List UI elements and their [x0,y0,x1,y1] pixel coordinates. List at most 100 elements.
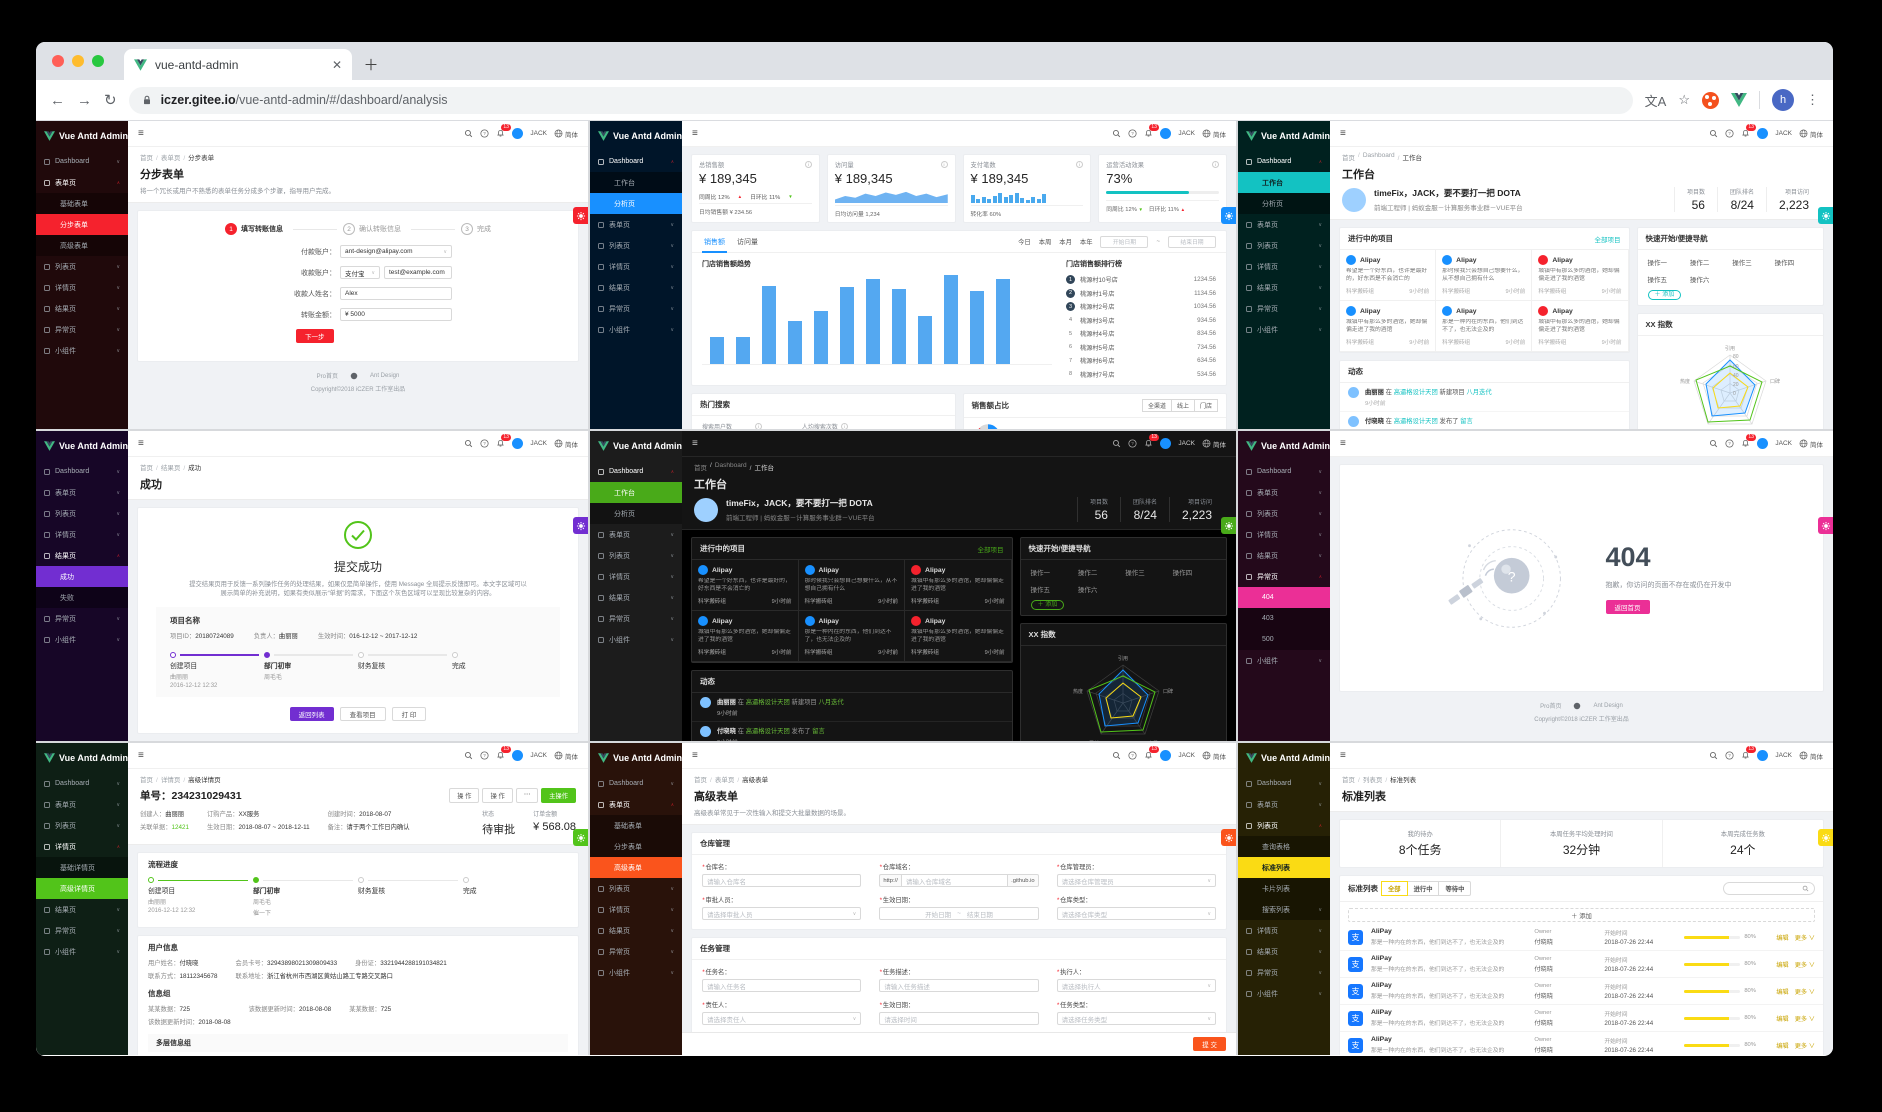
notification-bell[interactable]: 13 [1741,434,1756,448]
user-avatar[interactable] [1160,128,1172,139]
question-icon[interactable] [1128,129,1137,138]
question-icon[interactable] [1725,129,1734,138]
filter-button[interactable]: 进行中 [1406,881,1440,896]
list-item[interactable]: 支 AliPay 那是一种内在的东西，他们到达不了，也无法企及的 Owner 付晓晓… [1340,951,1823,978]
sidebar-item[interactable]: 异常页 [1238,298,1330,319]
theme-settings-handle[interactable] [1221,517,1236,534]
browser-tab[interactable]: vue-antd-admin ✕ [124,49,352,80]
feed-target-link[interactable]: 留言 [812,728,825,735]
sidebar-item[interactable]: 高级表单 [36,235,128,256]
op-button[interactable]: 操 作 [482,788,513,803]
sidebar-item[interactable]: 小组件 [1238,319,1330,340]
sidebar-item[interactable]: 分步表单 [36,214,128,235]
list-search-input[interactable] [1723,882,1815,895]
notification-bell[interactable]: 13 [1144,434,1159,448]
info-icon[interactable]: i [840,423,848,429]
collapse-trigger-icon[interactable]: ≡ [138,438,144,449]
op-button[interactable]: 操 作 [449,788,480,803]
sidebar-item[interactable]: 详情页 [36,524,128,545]
sidebar-item[interactable]: 结果页 [590,920,682,941]
sidebar-item[interactable]: 成功 [36,566,128,587]
sidebar-item[interactable]: 列表页 [36,503,128,524]
sidebar-item[interactable]: 详情页 [590,566,682,587]
language-selector[interactable]: 简体 [1799,439,1823,449]
project-card[interactable]: Alipay 城镇中有那么多的酒馆，她却偏偏走进了我的酒馆 科学搬砖组 9小时前 [1532,250,1629,301]
user-avatar[interactable] [1757,438,1769,449]
info-icon[interactable]: i [940,161,948,168]
sidebar-item[interactable]: 卡片列表 [1238,878,1330,899]
theme-settings-handle[interactable] [1818,517,1833,534]
submit-button[interactable]: 提 交 [1193,1037,1226,1051]
quick-op-link[interactable]: 操作四 [1173,567,1216,577]
menu-kebab-icon[interactable]: ⋮ [1806,92,1819,108]
collapse-trigger-icon[interactable]: ≡ [1340,750,1346,761]
sidebar-item[interactable]: 列表页 [590,878,682,899]
edit-link[interactable]: 编辑 [1776,960,1788,969]
sidebar-item[interactable]: 异常页 [36,319,128,340]
receiver-type-select[interactable]: 支付宝 ∨ [340,266,380,279]
edit-link[interactable]: 编辑 [1776,1014,1788,1023]
task-time-select[interactable]: 请选择时间 [879,1012,1039,1025]
sidebar-item[interactable]: 详情页 [590,256,682,277]
list-item[interactable]: 支 AliPay 那是一种内在的东西，他们到达不了，也无法企及的 Owner 付晓晓… [1340,924,1823,951]
sidebar-item[interactable]: Dashboard [1238,461,1330,482]
sidebar-item[interactable]: 分析页 [590,503,682,524]
sidebar-item[interactable]: 搜索列表 [1238,899,1330,920]
back-button[interactable]: ← [50,92,65,109]
sidebar-item[interactable]: 查询表格 [1238,836,1330,857]
sidebar-item[interactable]: 异常页 [36,608,128,629]
sidebar-item[interactable]: 列表页 [1238,503,1330,524]
language-selector[interactable]: 简体 [1202,439,1226,449]
executor-select[interactable]: 请选择执行人 ∨ [1056,979,1216,992]
sidebar-item[interactable]: 表单页 [1238,794,1330,815]
question-icon[interactable] [480,751,489,760]
sidebar-item[interactable]: 详情页 [1238,920,1330,941]
notification-bell[interactable]: 13 [496,124,511,138]
search-icon[interactable] [464,129,473,138]
main-op-button[interactable]: 主操作 [541,788,576,803]
sidebar-item[interactable]: Dashboard [1238,151,1330,172]
feed-group-link[interactable]: 高逼格设计天团 [746,728,790,735]
sidebar-item[interactable]: 列表页 [590,235,682,256]
question-icon[interactable] [1128,751,1137,760]
search-icon[interactable] [1112,751,1121,760]
sidebar-item[interactable]: 500 [1238,629,1330,650]
more-link[interactable]: 更多 ∨ [1795,1014,1815,1023]
task-desc-input[interactable]: 请输入任务描述 [879,979,1039,992]
owner-select[interactable]: 请选择责任人 ∨ [702,1012,862,1025]
quick-op-link[interactable]: 操作四 [1775,257,1813,267]
quick-op-link[interactable]: 操作一 [1648,257,1686,267]
question-icon[interactable] [1128,439,1137,448]
sidebar-item[interactable]: 基础详情页 [36,857,128,878]
more-link[interactable]: 更多 ∨ [1795,987,1815,996]
sidebar-item[interactable]: 结果页 [36,545,128,566]
user-avatar[interactable] [1757,128,1769,139]
notification-bell[interactable]: 13 [496,434,511,448]
sidebar-item[interactable]: 表单页 [590,794,682,815]
feed-target-link[interactable]: 八月迭代 [1466,389,1491,396]
sidebar-item[interactable]: 详情页 [36,277,128,298]
theme-settings-handle[interactable] [1818,829,1833,846]
user-avatar[interactable] [1757,750,1769,761]
new-tab-button[interactable]: ＋ [358,51,384,77]
bookmark-star-icon[interactable]: ☆ [1678,92,1690,108]
list-item[interactable]: 支 AliPay 那是一种内在的东西，他们到达不了，也无法企及的 Owner 付晓晓… [1340,978,1823,1005]
all-projects-link[interactable]: 全部项目 [978,544,1004,554]
theme-settings-handle[interactable] [573,207,588,224]
sidebar-item[interactable]: Dashboard [36,773,128,794]
sidebar-item[interactable]: 结果页 [590,277,682,298]
project-card[interactable]: Alipay 城镇中有那么多的酒馆，她却偏偏走进了我的酒馆 科学搬砖组 9小时前 [905,560,1012,611]
sidebar-item[interactable]: 404 [1238,587,1330,608]
sidebar-item[interactable]: 工作台 [590,482,682,503]
quick-op-link[interactable]: 操作三 [1125,567,1168,577]
notification-bell[interactable]: 13 [1741,124,1756,138]
collapse-trigger-icon[interactable]: ≡ [138,128,144,139]
project-card[interactable]: Alipay 希望是一个好东西，也许是最好的，好东西是不会消亡的 科学搬砖组 9小… [692,560,799,611]
info-icon[interactable]: i [1212,161,1219,168]
tab-close-icon[interactable]: ✕ [332,58,342,72]
sidebar-item[interactable]: 表单页 [590,524,682,545]
edit-link[interactable]: 编辑 [1776,933,1788,942]
search-icon[interactable] [1112,439,1121,448]
sidebar-item[interactable]: 高级详情页 [36,878,128,899]
back-to-list-button[interactable]: 返回列表 [289,706,334,721]
